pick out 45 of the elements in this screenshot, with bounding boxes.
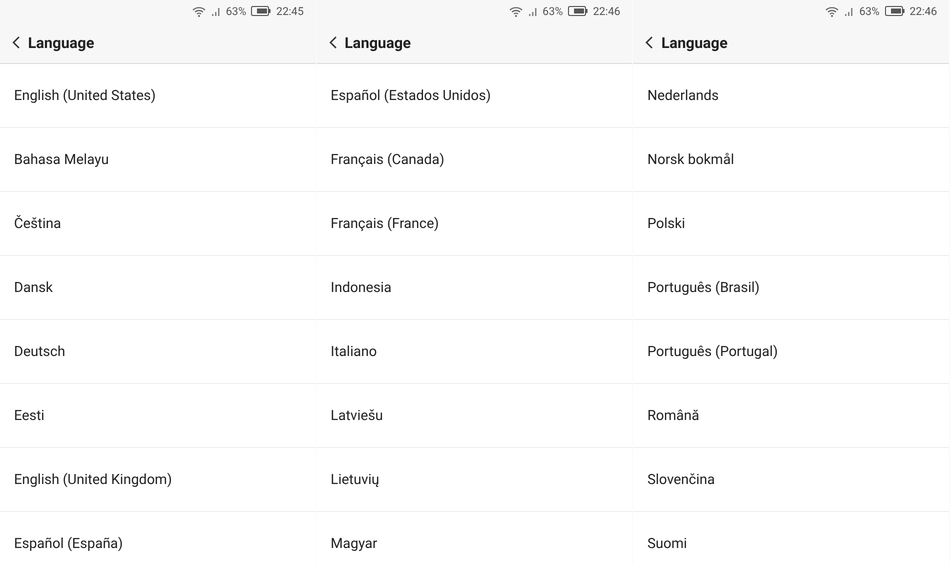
language-item[interactable]: Latviešu [316, 384, 632, 448]
battery-icon [568, 6, 588, 16]
screen-title: Language [661, 34, 728, 52]
language-item[interactable]: Indonesia [316, 256, 632, 320]
wifi-icon [508, 6, 523, 16]
language-item[interactable]: Magyar [316, 512, 632, 564]
signal-icon [844, 6, 854, 16]
language-item[interactable]: Polski [633, 192, 950, 256]
battery-icon [251, 6, 272, 16]
language-item[interactable]: English (United Kingdom) [0, 448, 316, 512]
language-item[interactable]: Français (France) [316, 192, 632, 256]
language-item[interactable]: Suomi [633, 512, 950, 564]
language-item[interactable]: English (United States) [0, 64, 316, 128]
screen-title: Language [28, 34, 94, 52]
language-item[interactable]: Italiano [316, 320, 632, 384]
language-item[interactable]: Čeština [0, 192, 316, 256]
clock-time: 22:45 [276, 4, 304, 18]
back-icon[interactable] [328, 36, 337, 49]
language-item[interactable]: Eesti [0, 384, 316, 448]
language-item[interactable]: Lietuvių [316, 448, 632, 512]
language-item[interactable]: Français (Canada) [316, 128, 632, 192]
clock-time: 22:46 [592, 4, 620, 18]
screen-title: Language [344, 34, 411, 52]
battery-icon [884, 6, 905, 16]
language-item[interactable]: Română [633, 384, 950, 448]
battery-percent: 63% [859, 4, 880, 18]
back-icon[interactable] [12, 36, 20, 49]
signal-icon [210, 6, 221, 16]
language-item[interactable]: Español (Estados Unidos) [316, 64, 632, 128]
battery-percent: 63% [542, 4, 563, 18]
language-item[interactable]: Bahasa Melayu [0, 128, 316, 192]
language-item[interactable]: Español (España) [0, 512, 316, 564]
language-item[interactable]: Nederlands [633, 64, 950, 128]
battery-percent: 63% [226, 4, 246, 18]
wifi-icon [192, 6, 206, 16]
language-item[interactable]: Norsk bokmål [633, 128, 950, 192]
back-icon[interactable] [645, 36, 654, 49]
language-item[interactable]: Deutsch [0, 320, 316, 384]
language-item[interactable]: Dansk [0, 256, 316, 320]
language-item[interactable]: Português (Portugal) [633, 320, 950, 384]
language-item[interactable]: Português (Brasil) [633, 256, 950, 320]
language-item[interactable]: Slovenčina [633, 448, 950, 512]
clock-time: 22:46 [910, 4, 938, 18]
wifi-icon [825, 6, 840, 16]
signal-icon [528, 6, 538, 16]
